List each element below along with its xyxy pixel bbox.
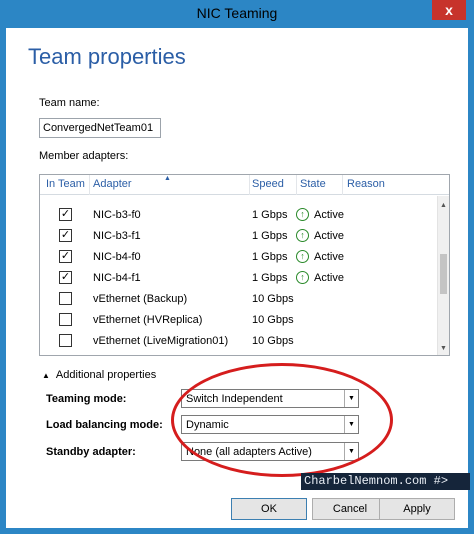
adapter-name: NIC-b4-f1 <box>93 272 141 284</box>
adapter-speed: 10 Gbps <box>252 293 294 305</box>
additional-properties-label: Additional properties <box>55 369 157 381</box>
adapter-row[interactable]: vEthernet (LiveMigration01) 10 Gbps <box>40 331 436 352</box>
teaming-mode-label: Teaming mode: <box>46 393 127 405</box>
adapter-name: vEthernet (HVReplica) <box>93 314 203 326</box>
adapter-name: NIC-b4-f0 <box>93 251 141 263</box>
adapter-name: NIC-b3-f1 <box>93 230 141 242</box>
adapter-row[interactable]: vEthernet (Backup) 10 Gbps <box>40 289 436 310</box>
adapter-speed: 1 Gbps <box>252 209 288 221</box>
adapter-row[interactable]: ✓ NIC-b3-f0 1 Gbps ↑ Active <box>40 205 436 226</box>
additional-properties-toggle[interactable]: ▲ Additional properties <box>42 369 156 381</box>
standby-adapter-label: Standby adapter: <box>46 446 136 458</box>
adapter-speed: 10 Gbps <box>252 314 294 326</box>
column-header-in-team[interactable]: In Team <box>46 178 85 190</box>
vertical-scrollbar[interactable]: ▲ ▼ <box>437 196 449 355</box>
close-button[interactable]: x <box>432 0 466 20</box>
column-separator <box>296 175 297 195</box>
active-state-icon: ↑ <box>296 271 309 284</box>
column-header-adapter[interactable]: Adapter <box>93 178 132 190</box>
window-title: NIC Teaming <box>196 5 278 21</box>
active-state-icon: ↑ <box>296 208 309 221</box>
in-team-checkbox[interactable] <box>59 292 72 305</box>
red-highlight-ellipse <box>171 363 393 477</box>
sort-ascending-icon: ▲ <box>164 175 171 182</box>
column-header-speed[interactable]: Speed <box>252 178 284 190</box>
adapter-row[interactable]: ✓ NIC-b4-f0 1 Gbps ↑ Active <box>40 247 436 268</box>
adapter-state: Active <box>314 272 344 284</box>
load-balancing-mode-label: Load balancing mode: <box>46 419 163 431</box>
adapter-name: vEthernet (LiveMigration01) <box>93 335 229 347</box>
scrollbar-thumb[interactable] <box>440 254 447 294</box>
column-header-reason[interactable]: Reason <box>347 178 385 190</box>
adapter-name: vEthernet (Backup) <box>93 293 188 305</box>
in-team-checkbox[interactable]: ✓ <box>59 250 72 263</box>
member-adapters-label: Member adapters: <box>39 150 129 162</box>
adapter-speed: 1 Gbps <box>252 230 288 242</box>
column-separator <box>342 175 343 195</box>
adapter-name: NIC-b3-f0 <box>93 209 141 221</box>
adapter-speed: 1 Gbps <box>252 272 288 284</box>
scroll-up-icon[interactable]: ▲ <box>440 202 447 209</box>
adapter-speed: 10 Gbps <box>252 335 294 347</box>
member-adapters-grid[interactable]: In Team ▲ Adapter Speed State Reason ✓ N… <box>39 174 450 356</box>
ok-button[interactable]: OK <box>231 498 307 520</box>
watermark: CharbelNemnom.com #> <box>301 473 470 490</box>
grid-header: In Team ▲ Adapter Speed State Reason <box>40 175 449 195</box>
adapter-row[interactable]: ✓ NIC-b3-f1 1 Gbps ↑ Active <box>40 226 436 247</box>
active-state-icon: ↑ <box>296 250 309 263</box>
team-name-label: Team name: <box>39 97 100 109</box>
in-team-checkbox[interactable] <box>59 313 72 326</box>
adapter-speed: 1 Gbps <box>252 251 288 263</box>
dialog-body: Team properties Team name: Member adapte… <box>6 28 470 528</box>
title-bar: NIC Teaming x <box>0 0 474 28</box>
in-team-checkbox[interactable]: ✓ <box>59 229 72 242</box>
column-separator <box>249 175 250 195</box>
column-separator <box>89 175 90 195</box>
in-team-checkbox[interactable]: ✓ <box>59 208 72 221</box>
chevron-up-icon: ▲ <box>42 371 50 380</box>
active-state-icon: ↑ <box>296 229 309 242</box>
adapter-state: Active <box>314 251 344 263</box>
cancel-button[interactable]: Cancel <box>312 498 388 520</box>
adapter-state: Active <box>314 209 344 221</box>
team-name-input[interactable] <box>39 118 161 138</box>
page-title: Team properties <box>28 44 186 69</box>
column-header-state[interactable]: State <box>300 178 326 190</box>
in-team-checkbox[interactable] <box>59 334 72 347</box>
apply-button[interactable]: Apply <box>379 498 455 520</box>
in-team-checkbox[interactable]: ✓ <box>59 271 72 284</box>
scroll-down-icon[interactable]: ▼ <box>440 345 447 352</box>
nic-teaming-window: NIC Teaming x Team properties Team name:… <box>0 0 474 534</box>
adapter-row[interactable]: ✓ NIC-b4-f1 1 Gbps ↑ Active <box>40 268 436 289</box>
adapter-row[interactable]: vEthernet (HVReplica) 10 Gbps <box>40 310 436 331</box>
adapter-state: Active <box>314 230 344 242</box>
